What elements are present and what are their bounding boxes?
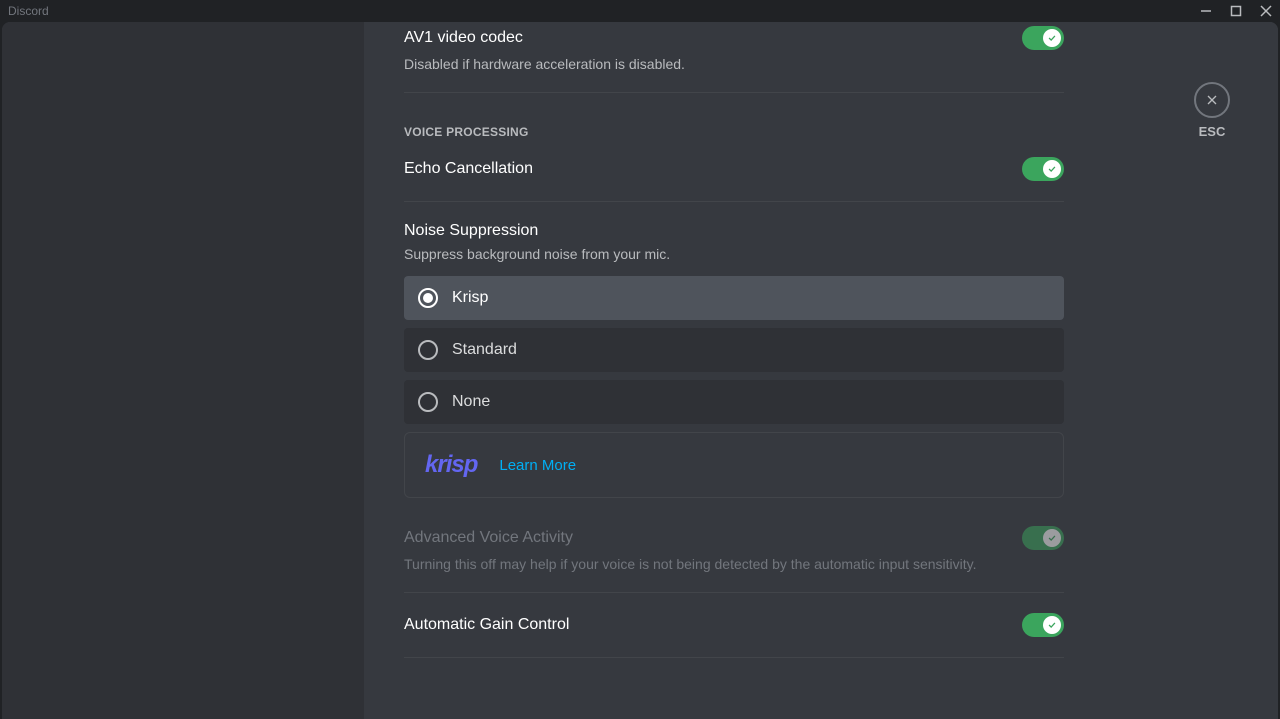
noise-suppression-title: Noise Suppression xyxy=(404,222,1064,240)
minimize-button[interactable] xyxy=(1200,5,1212,17)
agc-toggle[interactable] xyxy=(1022,613,1064,637)
noise-option-krisp[interactable]: Krisp xyxy=(404,276,1064,320)
close-button[interactable] xyxy=(1260,5,1272,17)
advanced-voice-toggle xyxy=(1022,526,1064,550)
krisp-learn-more-link[interactable]: Learn More xyxy=(499,457,576,474)
radio-icon xyxy=(418,392,438,412)
krisp-logo: krisp xyxy=(425,451,477,479)
voice-processing-header: VOICE PROCESSING xyxy=(404,125,1064,139)
settings-content[interactable]: ESC AV1 video codec Disabled if hardware… xyxy=(364,22,1278,719)
av1-desc: Disabled if hardware acceleration is dis… xyxy=(404,56,1064,72)
advanced-voice-desc: Turning this off may help if your voice … xyxy=(404,556,1064,572)
window-titlebar: Discord xyxy=(0,0,1280,22)
close-settings-button[interactable] xyxy=(1194,82,1230,118)
noise-option-standard[interactable]: Standard xyxy=(404,328,1064,372)
maximize-button[interactable] xyxy=(1230,5,1242,17)
app-name: Discord xyxy=(8,4,49,18)
echo-cancel-toggle[interactable] xyxy=(1022,157,1064,181)
noise-option-none[interactable]: None xyxy=(404,380,1064,424)
krisp-promo-box: krisp Learn More xyxy=(404,432,1064,498)
radio-icon xyxy=(418,340,438,360)
advanced-voice-title: Advanced Voice Activity xyxy=(404,529,573,547)
av1-title: AV1 video codec xyxy=(404,29,523,47)
echo-cancel-title: Echo Cancellation xyxy=(404,160,533,178)
av1-toggle[interactable] xyxy=(1022,26,1064,50)
noise-suppression-desc: Suppress background noise from your mic. xyxy=(404,246,1064,262)
esc-label: ESC xyxy=(1194,124,1230,139)
agc-title: Automatic Gain Control xyxy=(404,616,569,634)
radio-icon xyxy=(418,288,438,308)
